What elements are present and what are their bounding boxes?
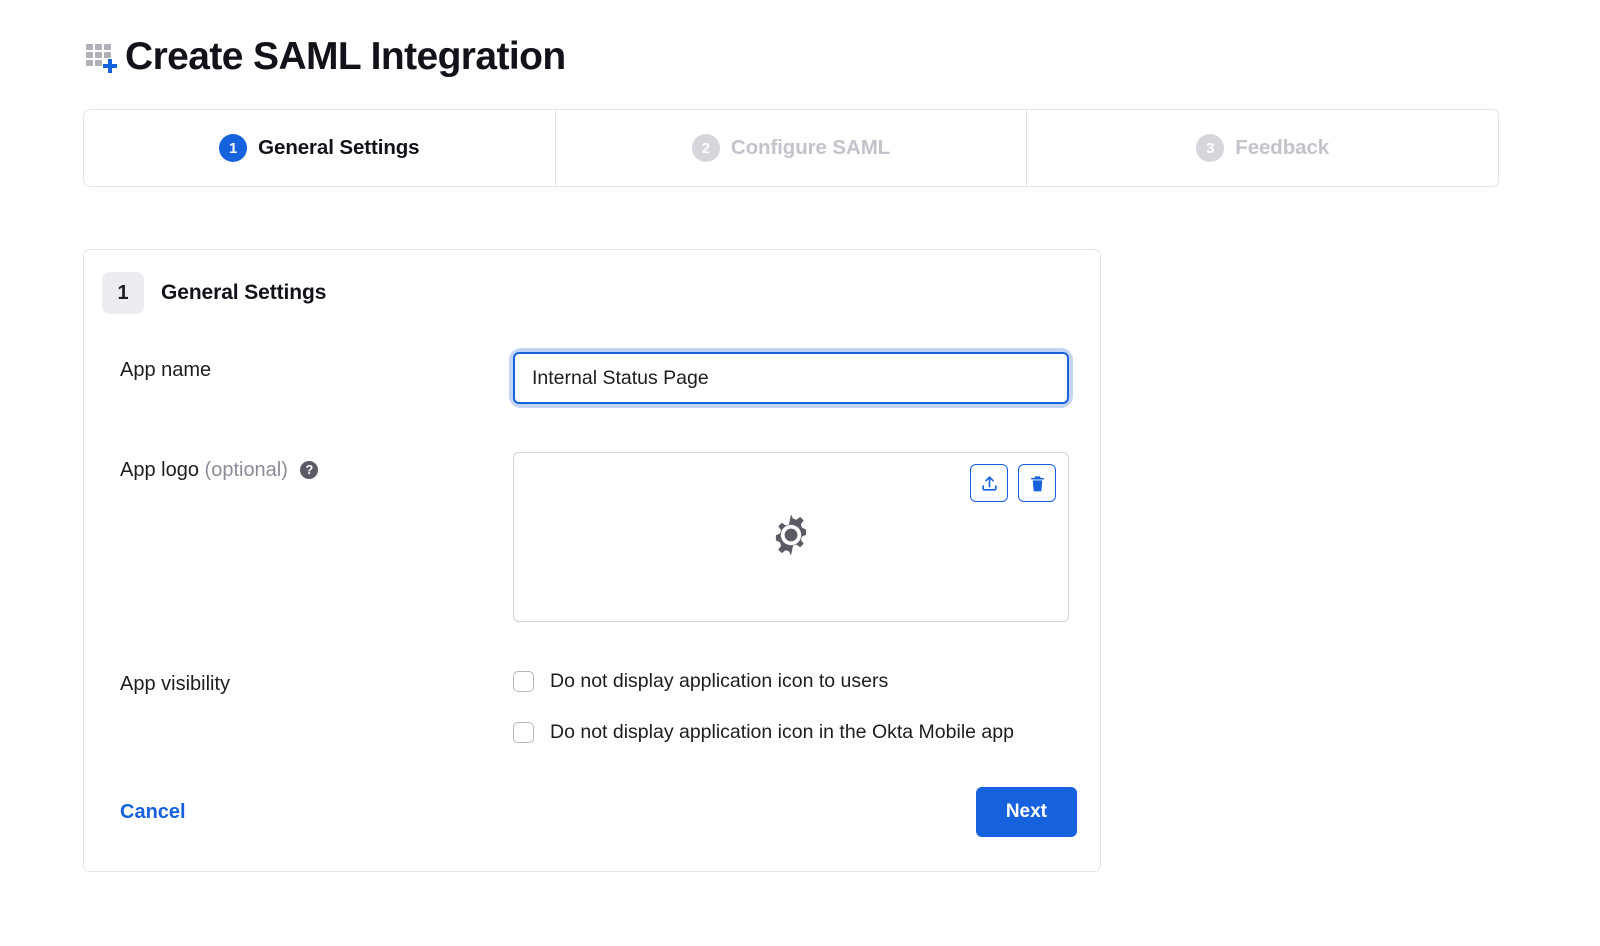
tab-configure-saml[interactable]: 2 Configure SAML [556,110,1028,186]
step-number-badge: 1 [102,272,144,314]
next-button[interactable]: Next [975,787,1077,837]
upload-logo-button[interactable] [970,464,1008,502]
stepper-tabs: 1 General Settings 2 Configure SAML 3 Fe… [83,109,1499,187]
app-logo-row: App logo (optional) ? [84,452,1100,622]
card-footer: Cancel Next [84,747,1100,837]
app-name-field-wrap [513,352,1100,404]
checkbox-label: Do not display application icon to users [550,669,889,692]
visibility-option-hide-from-mobile[interactable]: Do not display application icon in the O… [513,717,1100,747]
tab-label: Feedback [1235,136,1330,159]
general-settings-card: 1 General Settings App name App logo (op… [83,249,1101,872]
tab-number-badge: 3 [1196,134,1225,162]
page-header: Create SAML Integration [0,0,1600,78]
tab-number-badge: 2 [691,134,720,162]
tab-label: Configure SAML [730,136,891,159]
app-name-row: App name [84,352,1100,404]
checkbox-hide-from-mobile[interactable] [513,721,534,743]
page-title: Create SAML Integration [125,34,566,78]
app-visibility-row: App visibility Do not display applicatio… [84,666,1100,747]
app-logo-actions [970,464,1056,502]
upload-icon [980,474,999,493]
trash-icon [1028,474,1047,493]
tab-general-settings[interactable]: 1 General Settings [84,110,556,186]
checkbox-hide-from-users[interactable] [513,670,534,692]
gear-icon [767,511,815,564]
card-header: 1 General Settings [84,250,1100,314]
app-visibility-label: App visibility [120,673,231,695]
app-name-label: App name [120,359,212,381]
app-name-input[interactable] [513,352,1069,404]
app-logo-label-text: App logo [120,459,199,481]
app-logo-label: App logo (optional) ? [120,452,513,482]
help-circle-icon[interactable]: ? [300,461,319,479]
checkbox-label: Do not display application icon in the O… [550,720,1014,743]
app-visibility-options: Do not display application icon to users… [513,666,1100,747]
cancel-button[interactable]: Cancel [120,801,186,824]
app-logo-dropzone[interactable] [513,452,1069,622]
tab-feedback[interactable]: 3 Feedback [1027,110,1498,186]
visibility-option-hide-from-users[interactable]: Do not display application icon to users [513,666,1100,696]
delete-logo-button[interactable] [1018,464,1056,502]
app-logo-optional-text: (optional) [204,459,288,481]
app-logo-field-wrap [513,452,1100,622]
app-name-focus-ring [513,352,1069,404]
app-add-grid-icon [83,34,125,78]
card-title: General Settings [161,281,327,304]
tab-number-badge: 1 [219,134,248,162]
tab-label: General Settings [258,136,420,159]
